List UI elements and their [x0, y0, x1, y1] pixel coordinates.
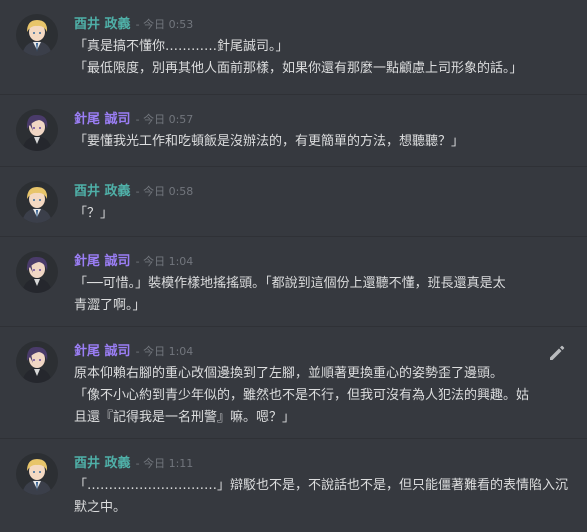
- message-1: 酉井 政義 - 今日 0:53 「真是搞不懂你…………針尾誠司。」 「最低限度，…: [0, 0, 587, 86]
- timestamp: - 今日 1:04: [135, 345, 194, 358]
- message-line: 「？」: [74, 206, 114, 221]
- message-header: 酉井 政義 - 今日 1:11: [74, 453, 193, 471]
- message-5: 針尾 誠司 - 今日 1:04 原本仰賴右腳的重心改個邊換到了左腳，並順著更換重…: [0, 326, 587, 436]
- timestamp: - 今日 0:57: [135, 113, 194, 126]
- message-line: 「…………………………」辯駁也不是，不說話也不是，但只能僵著難看的表情陷入沉: [74, 478, 569, 493]
- message-header: 酉井 政義 - 今日 0:53: [74, 14, 193, 32]
- author-name[interactable]: 酉井 政義: [74, 456, 131, 471]
- message-header: 針尾 誠司 - 今日 1:04: [74, 341, 193, 359]
- avatar-purple-hair-icon[interactable]: [16, 251, 58, 293]
- message-2: 針尾 誠司 - 今日 0:57 「要懂我光工作和吃頓飯是沒辦法的，有更簡單的方法…: [0, 94, 587, 164]
- message-content: 原本仰賴右腳的重心改個邊換到了左腳，並順著更換重心的姿勢歪了邊頭。 「像不小心約…: [74, 363, 574, 429]
- message-line: 青澀了啊。」: [74, 298, 146, 313]
- message-line: 「──可惜。」裝模作樣地搖搖頭。「都說到這個份上還聽不懂，班長還真是太: [74, 276, 506, 291]
- message-content: 「──可惜。」裝模作樣地搖搖頭。「都說到這個份上還聽不懂，班長還真是太 青澀了啊…: [74, 273, 574, 317]
- edit-pencil-icon[interactable]: [547, 343, 567, 363]
- author-name[interactable]: 針尾 誠司: [74, 344, 131, 359]
- author-name[interactable]: 酉井 政義: [74, 184, 131, 199]
- timestamp: - 今日 0:53: [135, 18, 194, 31]
- message-line: 默之中。: [74, 500, 127, 515]
- message-content: 「真是搞不懂你…………針尾誠司。」 「最低限度，別再其他人面前那樣，如果你還有那…: [74, 36, 574, 80]
- message-6: 酉井 政義 - 今日 1:11 「…………………………」辯駁也不是，不說話也不是…: [0, 438, 587, 532]
- message-content: 「要懂我光工作和吃頓飯是沒辦法的，有更簡單的方法，想聽聽？」: [74, 131, 574, 153]
- message-line: 「像不小心約到青少年似的，雖然也不是不行，但我可沒有為人犯法的興趣。姑: [74, 388, 530, 403]
- message-line: 且還『記得我是一名刑警』嘛。嗯？」: [74, 410, 296, 425]
- avatar-purple-hair-icon[interactable]: [16, 341, 58, 383]
- author-name[interactable]: 針尾 誠司: [74, 254, 131, 269]
- message-line: 「要懂我光工作和吃頓飯是沒辦法的，有更簡單的方法，想聽聽？」: [74, 134, 465, 149]
- message-content: 「？」: [74, 203, 574, 225]
- avatar-purple-hair-icon[interactable]: [16, 109, 58, 151]
- message-3: 酉井 政義 - 今日 0:58 「？」: [0, 166, 587, 236]
- message-header: 酉井 政義 - 今日 0:58: [74, 181, 193, 199]
- message-header: 針尾 誠司 - 今日 0:57: [74, 109, 193, 127]
- author-name[interactable]: 針尾 誠司: [74, 112, 131, 127]
- avatar-blonde-icon[interactable]: [16, 181, 58, 223]
- avatar-blonde-icon[interactable]: [16, 14, 58, 56]
- message-line: 「最低限度，別再其他人面前那樣，如果你還有那麼一點顧慮上司形象的話。」: [74, 61, 523, 76]
- author-name[interactable]: 酉井 政義: [74, 17, 131, 32]
- timestamp: - 今日 0:58: [135, 185, 194, 198]
- message-header: 針尾 誠司 - 今日 1:04: [74, 251, 193, 269]
- timestamp: - 今日 1:11: [135, 457, 194, 470]
- message-content: 「…………………………」辯駁也不是，不說話也不是，但只能僵著難看的表情陷入沉 默…: [74, 475, 574, 519]
- message-line: 原本仰賴右腳的重心改個邊換到了左腳，並順著更換重心的姿勢歪了邊頭。: [74, 366, 504, 381]
- timestamp: - 今日 1:04: [135, 255, 194, 268]
- avatar-blonde-icon[interactable]: [16, 453, 58, 495]
- message-4: 針尾 誠司 - 今日 1:04 「──可惜。」裝模作樣地搖搖頭。「都說到這個份上…: [0, 236, 587, 326]
- message-line: 「真是搞不懂你…………針尾誠司。」: [74, 39, 289, 54]
